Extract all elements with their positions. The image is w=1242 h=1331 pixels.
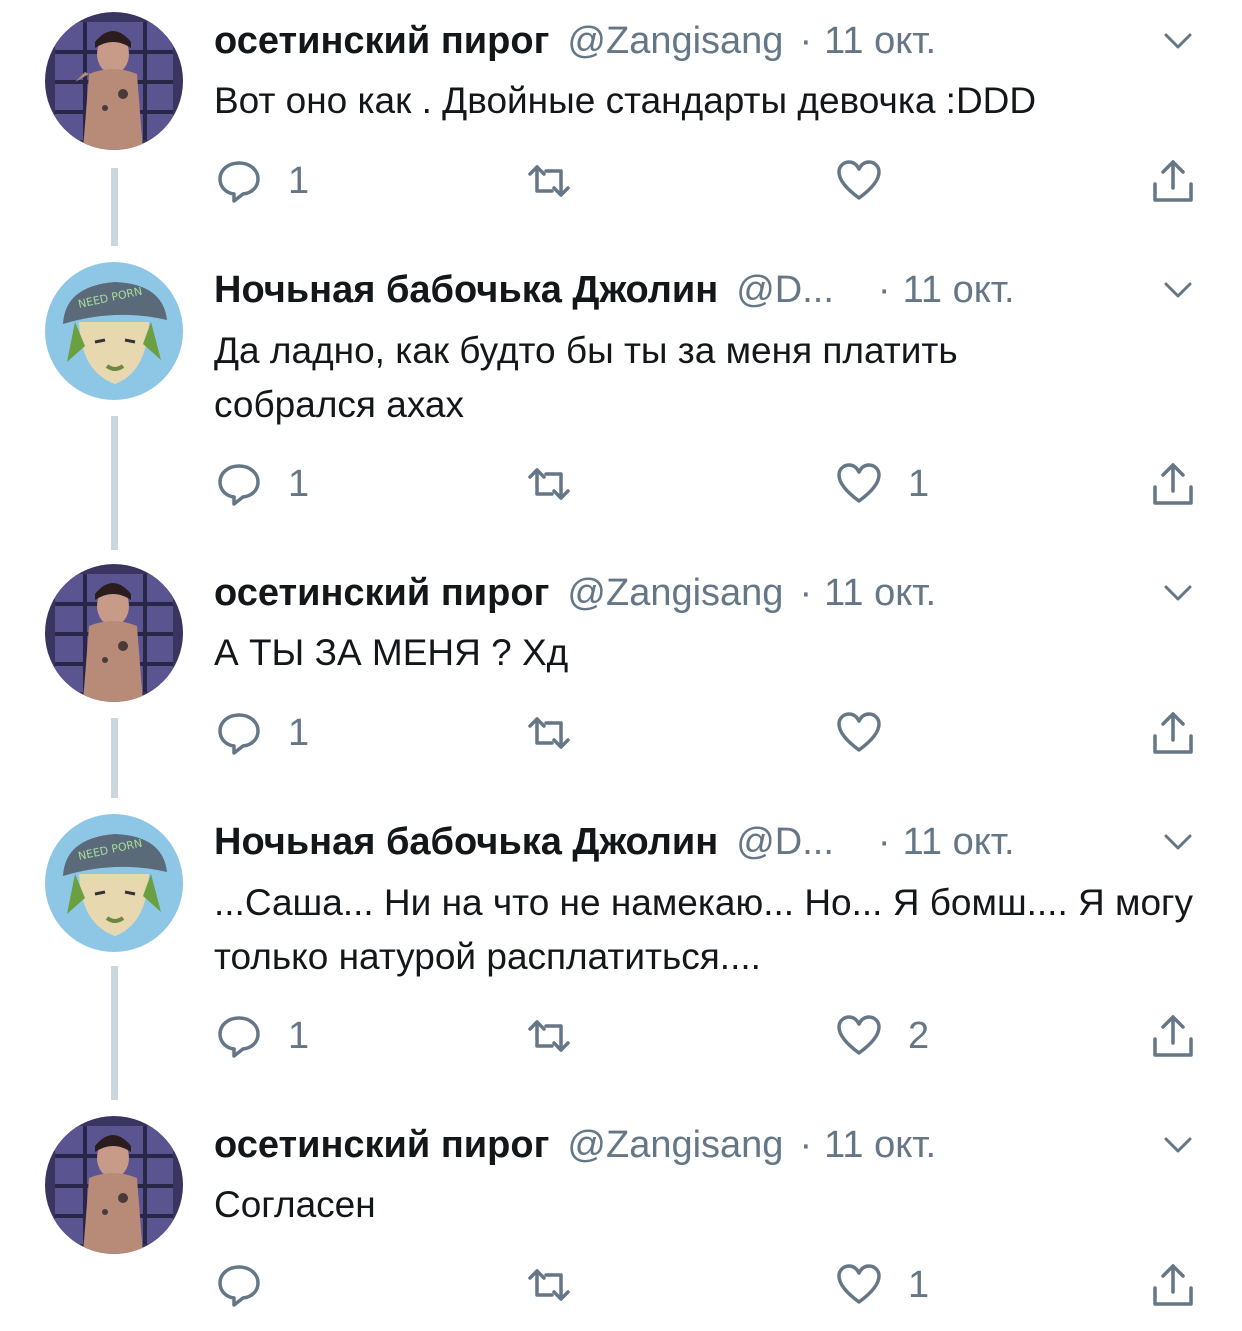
avatar[interactable]: NEED PORN bbox=[45, 262, 183, 400]
retweet-button[interactable] bbox=[526, 1011, 572, 1061]
tweet-header: осетинский пирог @Zangisang · 11 окт. bbox=[214, 1120, 936, 1170]
avatar[interactable] bbox=[45, 1116, 183, 1254]
reply-icon bbox=[218, 713, 260, 755]
share-icon bbox=[1153, 1015, 1193, 1057]
thread-line bbox=[111, 168, 118, 246]
tweet-date[interactable]: 11 окт. bbox=[824, 572, 936, 615]
avatar-anime-cap-image: NEED PORN bbox=[45, 814, 183, 952]
like-count: 1 bbox=[908, 462, 930, 505]
avatar-anime-cap-image: NEED PORN bbox=[45, 262, 183, 400]
tweet-text: Вот оно как . Двойные стандарты девочка … bbox=[214, 80, 1037, 121]
author-name[interactable]: Ночьная бабочька Джолин bbox=[214, 269, 718, 312]
retweet-icon bbox=[528, 165, 570, 197]
reply-button[interactable]: 1 bbox=[216, 1011, 309, 1061]
retweet-icon bbox=[528, 1269, 570, 1301]
reply-button[interactable]: 1 bbox=[216, 156, 309, 206]
tweet-header: осетинский пирог @Zangisang · 11 окт. bbox=[214, 16, 936, 66]
separator: · bbox=[799, 1123, 813, 1166]
retweet-button[interactable] bbox=[526, 156, 572, 206]
tweet-date[interactable]: 11 окт. bbox=[824, 20, 936, 63]
like-count: 1 bbox=[908, 1263, 930, 1306]
heart-icon bbox=[837, 463, 881, 503]
author-handle[interactable]: @D... bbox=[736, 269, 834, 312]
share-icon bbox=[1153, 1264, 1193, 1306]
reply-icon bbox=[218, 1016, 260, 1058]
share-icon bbox=[1153, 160, 1193, 202]
chevron-down-icon[interactable] bbox=[1158, 822, 1198, 862]
author-handle[interactable]: @D... bbox=[736, 821, 834, 864]
retweet-button[interactable] bbox=[526, 459, 572, 509]
heart-icon bbox=[837, 160, 881, 200]
like-button[interactable] bbox=[836, 156, 908, 206]
reply-count: 1 bbox=[288, 711, 310, 754]
thread-line bbox=[111, 416, 118, 550]
retweet-button[interactable] bbox=[526, 708, 572, 758]
separator: · bbox=[799, 571, 813, 614]
reply-count: 1 bbox=[288, 462, 310, 505]
share-button[interactable] bbox=[1150, 1011, 1196, 1061]
author-name[interactable]: осетинский пирог bbox=[214, 20, 549, 63]
author-name[interactable]: осетинский пирог bbox=[214, 572, 549, 615]
tweet-date[interactable]: 11 окт. bbox=[903, 821, 1015, 864]
separator: · bbox=[877, 268, 891, 311]
like-button[interactable]: 2 bbox=[836, 1011, 929, 1061]
tweet-header: Ночьная бабочька Джолин @D... · 11 окт. bbox=[214, 265, 1015, 315]
heart-icon bbox=[837, 712, 881, 752]
author-handle[interactable]: @Zangisang bbox=[567, 572, 783, 615]
tweet-text: ...Саша... Ни на что не намекаю... Но...… bbox=[214, 882, 1194, 977]
avatar-man-tattoo-image bbox=[45, 564, 183, 702]
reply-count: 1 bbox=[288, 1014, 310, 1057]
share-icon bbox=[1153, 463, 1193, 505]
reply-button[interactable]: 1 bbox=[216, 708, 309, 758]
reply-count: 1 bbox=[288, 159, 310, 202]
author-handle[interactable]: @Zangisang bbox=[567, 1124, 783, 1167]
avatar[interactable] bbox=[45, 12, 183, 150]
separator: · bbox=[799, 19, 813, 62]
retweet-icon bbox=[528, 717, 570, 749]
chevron-down-icon[interactable] bbox=[1158, 270, 1198, 310]
thread-line bbox=[111, 966, 118, 1100]
share-button[interactable] bbox=[1150, 708, 1196, 758]
avatar[interactable] bbox=[45, 564, 183, 702]
chevron-down-icon[interactable] bbox=[1158, 21, 1198, 61]
reply-icon bbox=[218, 464, 260, 506]
author-name[interactable]: осетинский пирог bbox=[214, 1124, 549, 1167]
share-icon bbox=[1153, 712, 1193, 754]
like-button[interactable]: 1 bbox=[836, 459, 929, 509]
share-button[interactable] bbox=[1150, 459, 1196, 509]
like-count: 2 bbox=[908, 1014, 930, 1057]
avatar-man-tattoo-image bbox=[45, 12, 183, 150]
retweet-button[interactable] bbox=[526, 1260, 572, 1310]
author-handle[interactable]: @Zangisang bbox=[567, 20, 783, 63]
tweet-text: Согласен bbox=[214, 1184, 376, 1225]
chevron-down-icon[interactable] bbox=[1158, 573, 1198, 613]
author-name[interactable]: Ночьная бабочька Джолин bbox=[214, 821, 718, 864]
separator: · bbox=[877, 820, 891, 863]
avatar[interactable]: NEED PORN bbox=[45, 814, 183, 952]
tweet-date[interactable]: 11 окт. bbox=[824, 1124, 936, 1167]
tweet-text: А ТЫ ЗА МЕНЯ ? Хд bbox=[214, 632, 569, 673]
like-button[interactable] bbox=[836, 708, 908, 758]
tweet-header: осетинский пирог @Zangisang · 11 окт. bbox=[214, 568, 936, 618]
thread-line bbox=[111, 718, 118, 798]
reply-icon bbox=[218, 1265, 260, 1307]
like-button[interactable]: 1 bbox=[836, 1260, 929, 1310]
share-button[interactable] bbox=[1150, 156, 1196, 206]
retweet-icon bbox=[528, 1020, 570, 1052]
tweet-text: Да ладно, как будто бы ты за меня платит… bbox=[214, 330, 958, 425]
avatar-man-tattoo-image bbox=[45, 1116, 183, 1254]
chevron-down-icon[interactable] bbox=[1158, 1125, 1198, 1165]
heart-icon bbox=[837, 1015, 881, 1055]
heart-icon bbox=[837, 1264, 881, 1304]
tweet-header: Ночьная бабочька Джолин @D... · 11 окт. bbox=[214, 817, 1015, 867]
tweet-date[interactable]: 11 окт. bbox=[903, 269, 1015, 312]
share-button[interactable] bbox=[1150, 1260, 1196, 1310]
retweet-icon bbox=[528, 468, 570, 500]
reply-button[interactable]: 1 bbox=[216, 459, 309, 509]
reply-icon bbox=[218, 161, 260, 203]
reply-button[interactable] bbox=[216, 1260, 288, 1310]
